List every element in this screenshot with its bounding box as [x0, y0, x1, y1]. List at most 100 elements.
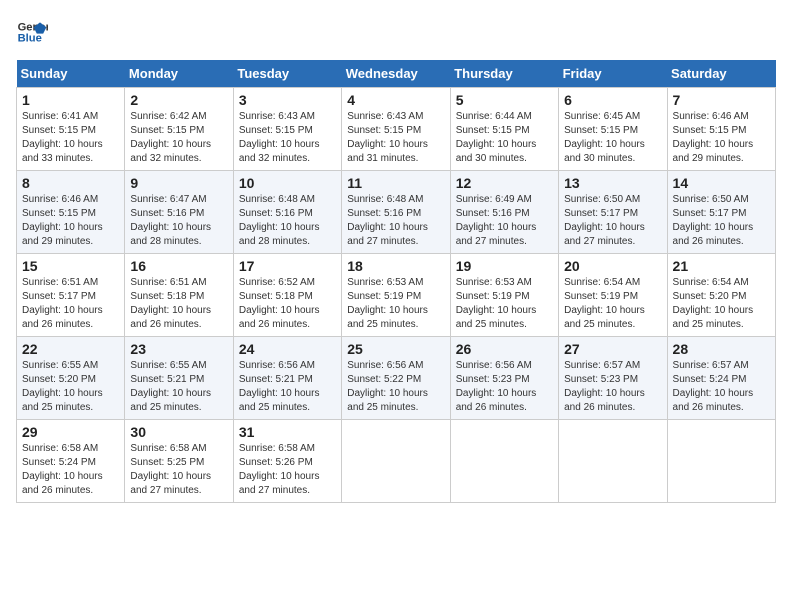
calendar-day-cell: [559, 420, 667, 503]
day-info: Sunrise: 6:51 AM Sunset: 5:18 PM Dayligh…: [130, 276, 227, 332]
calendar-day-cell: 22 Sunrise: 6:55 AM Sunset: 5:20 PM Dayl…: [17, 337, 125, 420]
day-number: 3: [239, 92, 336, 108]
calendar-week-row: 15 Sunrise: 6:51 AM Sunset: 5:17 PM Dayl…: [17, 254, 776, 337]
day-info: Sunrise: 6:43 AM Sunset: 5:15 PM Dayligh…: [239, 110, 336, 166]
calendar-day-cell: 4 Sunrise: 6:43 AM Sunset: 5:15 PM Dayli…: [342, 88, 450, 171]
day-info: Sunrise: 6:58 AM Sunset: 5:25 PM Dayligh…: [130, 442, 227, 498]
calendar-day-cell: 17 Sunrise: 6:52 AM Sunset: 5:18 PM Dayl…: [233, 254, 341, 337]
day-info: Sunrise: 6:48 AM Sunset: 5:16 PM Dayligh…: [347, 193, 444, 249]
calendar-day-cell: 25 Sunrise: 6:56 AM Sunset: 5:22 PM Dayl…: [342, 337, 450, 420]
calendar-day-cell: 20 Sunrise: 6:54 AM Sunset: 5:19 PM Dayl…: [559, 254, 667, 337]
calendar-week-row: 8 Sunrise: 6:46 AM Sunset: 5:15 PM Dayli…: [17, 171, 776, 254]
day-number: 30: [130, 424, 227, 440]
calendar-day-cell: 31 Sunrise: 6:58 AM Sunset: 5:26 PM Dayl…: [233, 420, 341, 503]
day-number: 8: [22, 175, 119, 191]
logo-icon: General Blue: [16, 16, 48, 48]
calendar-day-cell: 18 Sunrise: 6:53 AM Sunset: 5:19 PM Dayl…: [342, 254, 450, 337]
calendar-day-cell: 21 Sunrise: 6:54 AM Sunset: 5:20 PM Dayl…: [667, 254, 775, 337]
day-number: 9: [130, 175, 227, 191]
day-info: Sunrise: 6:57 AM Sunset: 5:24 PM Dayligh…: [673, 359, 770, 415]
day-number: 26: [456, 341, 553, 357]
calendar-day-cell: 3 Sunrise: 6:43 AM Sunset: 5:15 PM Dayli…: [233, 88, 341, 171]
day-number: 24: [239, 341, 336, 357]
calendar-day-cell: 29 Sunrise: 6:58 AM Sunset: 5:24 PM Dayl…: [17, 420, 125, 503]
day-info: Sunrise: 6:56 AM Sunset: 5:22 PM Dayligh…: [347, 359, 444, 415]
day-info: Sunrise: 6:54 AM Sunset: 5:20 PM Dayligh…: [673, 276, 770, 332]
calendar-day-cell: 24 Sunrise: 6:56 AM Sunset: 5:21 PM Dayl…: [233, 337, 341, 420]
day-number: 11: [347, 175, 444, 191]
page-header: General Blue: [16, 16, 776, 48]
weekday-header: Saturday: [667, 60, 775, 88]
day-number: 19: [456, 258, 553, 274]
day-info: Sunrise: 6:46 AM Sunset: 5:15 PM Dayligh…: [673, 110, 770, 166]
calendar-day-cell: 7 Sunrise: 6:46 AM Sunset: 5:15 PM Dayli…: [667, 88, 775, 171]
day-number: 10: [239, 175, 336, 191]
day-number: 15: [22, 258, 119, 274]
calendar-day-cell: 11 Sunrise: 6:48 AM Sunset: 5:16 PM Dayl…: [342, 171, 450, 254]
calendar-day-cell: 15 Sunrise: 6:51 AM Sunset: 5:17 PM Dayl…: [17, 254, 125, 337]
calendar-day-cell: 2 Sunrise: 6:42 AM Sunset: 5:15 PM Dayli…: [125, 88, 233, 171]
day-number: 1: [22, 92, 119, 108]
calendar-day-cell: 26 Sunrise: 6:56 AM Sunset: 5:23 PM Dayl…: [450, 337, 558, 420]
day-number: 12: [456, 175, 553, 191]
weekday-header: Friday: [559, 60, 667, 88]
day-info: Sunrise: 6:55 AM Sunset: 5:21 PM Dayligh…: [130, 359, 227, 415]
day-info: Sunrise: 6:41 AM Sunset: 5:15 PM Dayligh…: [22, 110, 119, 166]
day-info: Sunrise: 6:54 AM Sunset: 5:19 PM Dayligh…: [564, 276, 661, 332]
day-info: Sunrise: 6:53 AM Sunset: 5:19 PM Dayligh…: [456, 276, 553, 332]
day-number: 6: [564, 92, 661, 108]
day-number: 7: [673, 92, 770, 108]
day-info: Sunrise: 6:50 AM Sunset: 5:17 PM Dayligh…: [564, 193, 661, 249]
day-info: Sunrise: 6:51 AM Sunset: 5:17 PM Dayligh…: [22, 276, 119, 332]
logo: General Blue: [16, 16, 52, 48]
calendar-day-cell: [342, 420, 450, 503]
day-info: Sunrise: 6:58 AM Sunset: 5:26 PM Dayligh…: [239, 442, 336, 498]
calendar-day-cell: 12 Sunrise: 6:49 AM Sunset: 5:16 PM Dayl…: [450, 171, 558, 254]
calendar-week-row: 1 Sunrise: 6:41 AM Sunset: 5:15 PM Dayli…: [17, 88, 776, 171]
calendar-day-cell: 23 Sunrise: 6:55 AM Sunset: 5:21 PM Dayl…: [125, 337, 233, 420]
day-number: 23: [130, 341, 227, 357]
day-number: 20: [564, 258, 661, 274]
day-info: Sunrise: 6:43 AM Sunset: 5:15 PM Dayligh…: [347, 110, 444, 166]
day-number: 14: [673, 175, 770, 191]
calendar-day-cell: 9 Sunrise: 6:47 AM Sunset: 5:16 PM Dayli…: [125, 171, 233, 254]
day-info: Sunrise: 6:42 AM Sunset: 5:15 PM Dayligh…: [130, 110, 227, 166]
calendar-day-cell: 1 Sunrise: 6:41 AM Sunset: 5:15 PM Dayli…: [17, 88, 125, 171]
day-number: 17: [239, 258, 336, 274]
day-number: 31: [239, 424, 336, 440]
day-info: Sunrise: 6:55 AM Sunset: 5:20 PM Dayligh…: [22, 359, 119, 415]
day-number: 27: [564, 341, 661, 357]
day-info: Sunrise: 6:45 AM Sunset: 5:15 PM Dayligh…: [564, 110, 661, 166]
calendar-day-cell: 10 Sunrise: 6:48 AM Sunset: 5:16 PM Dayl…: [233, 171, 341, 254]
day-info: Sunrise: 6:49 AM Sunset: 5:16 PM Dayligh…: [456, 193, 553, 249]
day-number: 18: [347, 258, 444, 274]
svg-text:Blue: Blue: [18, 33, 42, 45]
day-number: 4: [347, 92, 444, 108]
day-info: Sunrise: 6:57 AM Sunset: 5:23 PM Dayligh…: [564, 359, 661, 415]
day-number: 2: [130, 92, 227, 108]
calendar-day-cell: 19 Sunrise: 6:53 AM Sunset: 5:19 PM Dayl…: [450, 254, 558, 337]
calendar-week-row: 29 Sunrise: 6:58 AM Sunset: 5:24 PM Dayl…: [17, 420, 776, 503]
calendar-day-cell: 16 Sunrise: 6:51 AM Sunset: 5:18 PM Dayl…: [125, 254, 233, 337]
day-number: 29: [22, 424, 119, 440]
day-info: Sunrise: 6:58 AM Sunset: 5:24 PM Dayligh…: [22, 442, 119, 498]
calendar-day-cell: 14 Sunrise: 6:50 AM Sunset: 5:17 PM Dayl…: [667, 171, 775, 254]
day-number: 25: [347, 341, 444, 357]
weekday-header: Thursday: [450, 60, 558, 88]
calendar-day-cell: 13 Sunrise: 6:50 AM Sunset: 5:17 PM Dayl…: [559, 171, 667, 254]
day-number: 5: [456, 92, 553, 108]
weekday-header: Monday: [125, 60, 233, 88]
day-number: 16: [130, 258, 227, 274]
day-info: Sunrise: 6:46 AM Sunset: 5:15 PM Dayligh…: [22, 193, 119, 249]
calendar-day-cell: 6 Sunrise: 6:45 AM Sunset: 5:15 PM Dayli…: [559, 88, 667, 171]
calendar-day-cell: [450, 420, 558, 503]
day-info: Sunrise: 6:53 AM Sunset: 5:19 PM Dayligh…: [347, 276, 444, 332]
day-number: 13: [564, 175, 661, 191]
weekday-header: Tuesday: [233, 60, 341, 88]
day-info: Sunrise: 6:50 AM Sunset: 5:17 PM Dayligh…: [673, 193, 770, 249]
calendar-day-cell: 5 Sunrise: 6:44 AM Sunset: 5:15 PM Dayli…: [450, 88, 558, 171]
weekday-header: Wednesday: [342, 60, 450, 88]
day-info: Sunrise: 6:52 AM Sunset: 5:18 PM Dayligh…: [239, 276, 336, 332]
day-number: 28: [673, 341, 770, 357]
calendar-day-cell: 28 Sunrise: 6:57 AM Sunset: 5:24 PM Dayl…: [667, 337, 775, 420]
